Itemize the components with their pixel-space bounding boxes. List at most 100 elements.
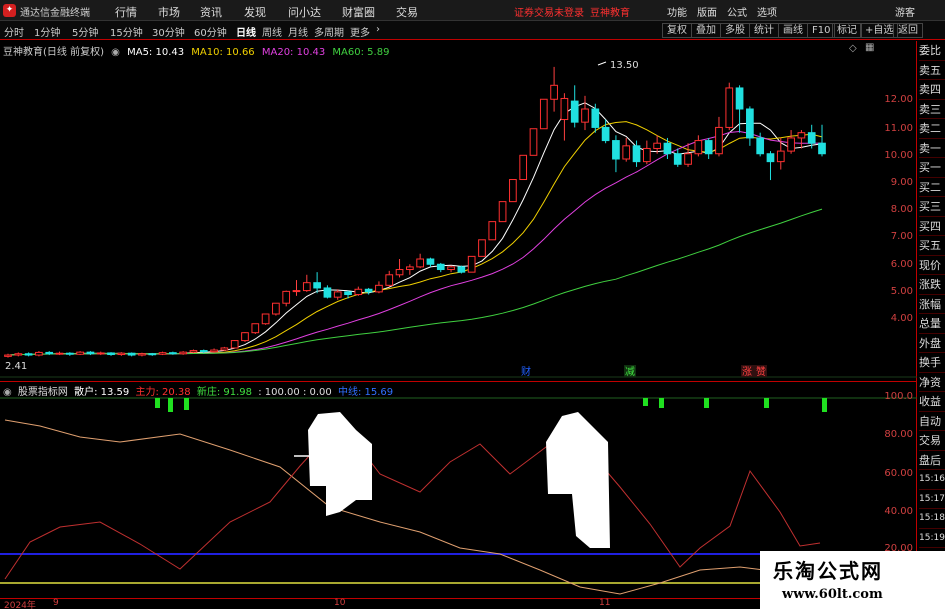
signal-bar (822, 398, 827, 412)
menu-news[interactable]: 资讯 (200, 4, 222, 20)
side-panel-item[interactable]: 交易 (919, 431, 945, 451)
adjust-button[interactable]: 复权 (662, 23, 692, 38)
menu-options[interactable]: 选项 (757, 4, 777, 19)
candle (539, 98, 548, 130)
candle (725, 82, 734, 131)
candle (313, 272, 321, 294)
side-panel-item[interactable]: 现价 (919, 256, 945, 275)
signal-bar (659, 398, 664, 408)
chevron-right-icon[interactable]: › (376, 24, 380, 35)
side-panel-item[interactable]: 卖五 (919, 61, 945, 80)
event-marker-reduce[interactable]: 减 (625, 366, 635, 378)
signal-bar (704, 398, 709, 408)
menu-xiaoda[interactable]: 问小达 (288, 4, 321, 20)
signal-bar (764, 398, 769, 408)
side-panel-item[interactable]: 卖三 (919, 100, 945, 119)
candle (117, 352, 126, 356)
candle (663, 137, 672, 159)
candle-body (354, 288, 363, 296)
candle-body (148, 353, 157, 356)
menu-quotes[interactable]: 行情 (115, 4, 137, 20)
side-panel-item[interactable]: 15:16 (919, 470, 945, 490)
side-panel-item[interactable]: 买三 (919, 197, 945, 217)
side-panel-item[interactable]: 外盘 (919, 334, 945, 353)
candle-body (807, 132, 816, 144)
settings-dot-icon[interactable]: ◉ (111, 47, 120, 58)
side-panel-item[interactable]: 15:19 (919, 529, 945, 548)
candle (364, 287, 373, 295)
side-panel-item[interactable]: 委比 (919, 41, 945, 61)
side-panel-item[interactable]: 自动 (919, 412, 945, 431)
candle-body (766, 153, 775, 163)
period-daily[interactable]: 日线 (236, 24, 256, 39)
candle-body (189, 350, 198, 353)
candle-body (65, 352, 74, 355)
side-panel-item[interactable]: 卖二 (919, 119, 945, 139)
candle-body (694, 140, 703, 155)
menu-market[interactable]: 市场 (158, 4, 180, 20)
period-weekly[interactable]: 周线 (262, 24, 282, 39)
event-marker-finance[interactable]: 财 (521, 365, 531, 378)
side-panel-item[interactable]: 买五 (919, 236, 945, 256)
settings-dot-icon[interactable]: ◉ (3, 387, 12, 398)
menu-function[interactable]: 功能 (667, 4, 687, 19)
statistics-button[interactable]: 统计 (749, 23, 779, 38)
candle (14, 352, 23, 357)
candle (96, 351, 105, 356)
menu-formula[interactable]: 公式 (727, 4, 747, 19)
period-15min[interactable]: 15分钟 (110, 24, 143, 39)
side-panel-item[interactable]: 买四 (919, 217, 945, 236)
side-panel-item[interactable]: 换手 (919, 353, 945, 373)
menu-discover[interactable]: 发现 (244, 4, 266, 20)
period-monthly[interactable]: 月线 (288, 24, 308, 39)
candle (570, 85, 579, 128)
period-more[interactable]: 更多 (350, 24, 370, 39)
candle (76, 351, 84, 356)
side-panel-item[interactable]: 净资 (919, 373, 945, 392)
period-30min[interactable]: 30分钟 (152, 24, 185, 39)
candle (395, 259, 404, 278)
side-panel-item[interactable]: 15:17 (919, 490, 945, 509)
menu-fortune-circle[interactable]: 财富圈 (342, 4, 375, 20)
diamond-icon[interactable]: ◇ (849, 43, 857, 54)
side-panel-item[interactable]: 涨幅 (919, 295, 945, 314)
period-5min[interactable]: 5分钟 (72, 24, 98, 39)
draw-line-button[interactable]: 画线 (778, 23, 808, 38)
ma5-label: MA5: 10.43 (127, 47, 185, 58)
candle-body (86, 351, 95, 355)
mark-button[interactable]: 标记 (832, 23, 862, 38)
period-multi[interactable]: 多周期 (314, 24, 344, 39)
guest-label[interactable]: 游客 (895, 4, 915, 19)
price-chart-panel[interactable]: 13.50 2.41 财 减 涨 赞 豆神教育(日线 前复权) ◉ MA5: 1… (0, 41, 917, 381)
menu-trade[interactable]: 交易 (396, 4, 418, 20)
price-chart[interactable]: 13.50 2.41 财 减 涨 赞 (0, 41, 917, 381)
indicator-name: 股票指标网 (17, 387, 68, 398)
side-panel-item[interactable]: 买一 (919, 158, 945, 178)
side-panel-item[interactable]: 涨跌 (919, 275, 945, 295)
menu-layout[interactable]: 版面 (697, 4, 717, 19)
side-panel-item[interactable]: 卖一 (919, 139, 945, 158)
multi-stock-button[interactable]: 多股 (720, 23, 750, 38)
indicator-tick: 100.0 (884, 391, 913, 402)
grid-toggle-icon[interactable]: ▦ (865, 42, 874, 53)
event-marker-praise[interactable]: 赞 (756, 365, 766, 378)
price-tick: 5.00 (890, 286, 913, 297)
event-marker-limit-up[interactable]: 涨 (742, 366, 752, 378)
side-panel-item[interactable]: 总量 (919, 314, 945, 334)
candle (766, 151, 775, 181)
side-panel-item[interactable]: 收益 (919, 392, 945, 412)
ma10-label: MA10: 10.66 (191, 47, 255, 58)
side-panel-item[interactable]: 买二 (919, 178, 945, 197)
candle-body (756, 137, 765, 155)
period-1min[interactable]: 1分钟 (34, 24, 60, 39)
login-notice[interactable]: 证券交易未登录 (514, 4, 584, 19)
signal-bars (155, 398, 827, 412)
side-panel-item[interactable]: 卖四 (919, 80, 945, 100)
period-timeshare[interactable]: 分时 (4, 24, 24, 39)
side-panel-item[interactable]: 15:18 (919, 509, 945, 529)
candle-body (529, 128, 538, 156)
overlay-button[interactable]: 叠加 (691, 23, 721, 38)
period-60min[interactable]: 60分钟 (194, 24, 227, 39)
side-panel-item[interactable]: 盘后 (919, 451, 945, 470)
back-button[interactable]: 返回 (893, 23, 923, 38)
